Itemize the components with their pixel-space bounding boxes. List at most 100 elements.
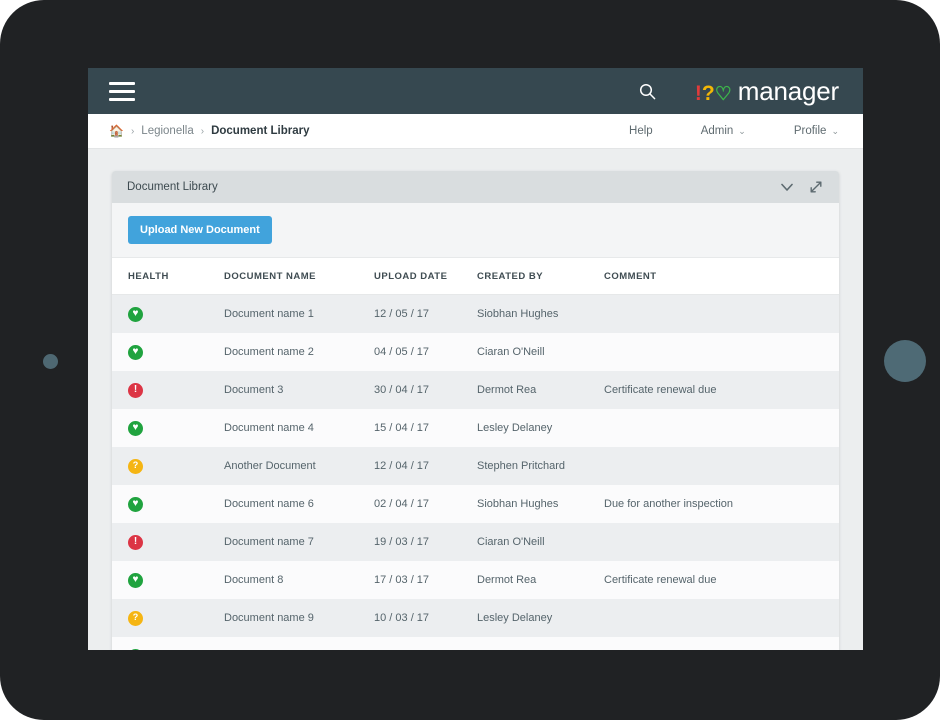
- cell-health: ♥: [112, 294, 224, 333]
- cell-comment: [604, 599, 839, 637]
- panel-title: Document Library: [127, 181, 218, 193]
- cell-created-by: Ciaran O'Neill: [477, 333, 604, 371]
- table-header: HEALTH DOCUMENT NAME UPLOAD DATE CREATED…: [112, 258, 839, 295]
- breadcrumb-separator: ›: [200, 125, 205, 137]
- cell-comment: Due for another inspection: [604, 485, 839, 523]
- health-glyph: ♥: [132, 346, 139, 357]
- cell-document-name: Another Document: [224, 637, 374, 650]
- cell-document-name: Document name 4: [224, 409, 374, 447]
- column-header-document-name[interactable]: DOCUMENT NAME: [224, 258, 374, 295]
- exclamation-icon: !: [694, 81, 702, 105]
- profile-label: Profile: [793, 125, 827, 137]
- health-status-ok-icon: ♥: [128, 496, 143, 512]
- table-row[interactable]: ! Document name 7 19 / 03 / 17 Ciaran O'Nei…: [112, 523, 839, 561]
- column-header-health[interactable]: HEALTH: [112, 258, 224, 295]
- column-header-created-by[interactable]: CREATED BY: [477, 258, 604, 295]
- home-button[interactable]: [884, 340, 926, 382]
- health-glyph: ♥: [132, 422, 139, 433]
- documents-table: HEALTH DOCUMENT NAME UPLOAD DATE CREATED…: [112, 258, 839, 650]
- cell-created-by: Dermot Rea: [477, 561, 604, 599]
- cell-health: !: [112, 371, 224, 409]
- cell-created-by: Siobhan Hughes: [477, 294, 604, 333]
- cell-upload-date: 12 / 05 / 17: [374, 294, 477, 333]
- table-row[interactable]: ! Document 3 30 / 04 / 17 Dermot Rea Certifi…: [112, 371, 839, 409]
- panel-header-tools: [781, 181, 822, 193]
- table-row[interactable]: ? Document name 9 10 / 03 / 17 Lesley Delan…: [112, 599, 839, 637]
- document-library-panel: Document Library Upload New Document HEA…: [112, 171, 839, 650]
- heart-icon: ♡: [714, 83, 732, 105]
- panel-header: Document Library: [112, 171, 839, 203]
- table-row[interactable]: ♥ Document 8 17 / 03 / 17 Dermot Rea Certifi…: [112, 561, 839, 599]
- cell-comment: Certificate renewal due: [604, 371, 839, 409]
- upload-new-document-button[interactable]: Upload New Document: [128, 216, 272, 244]
- profile-menu[interactable]: Profile ⌄: [794, 125, 839, 137]
- cell-health: ?: [112, 599, 224, 637]
- health-status-ok-icon: ♥: [128, 420, 143, 436]
- hamburger-bar: [109, 89, 135, 93]
- brand-logo[interactable]: !?♡ manager: [695, 76, 839, 107]
- help-label: Help: [629, 125, 653, 137]
- health-glyph: ?: [132, 460, 139, 470]
- cell-upload-date: 30 / 04 / 17: [374, 371, 477, 409]
- cell-created-by: Lesley Delaney: [477, 409, 604, 447]
- cell-comment: [604, 333, 839, 371]
- chevron-down-icon[interactable]: [781, 183, 793, 192]
- cell-health: ?: [112, 447, 224, 485]
- breadcrumb-separator: ›: [130, 125, 135, 137]
- table-row[interactable]: ♥ Document name 1 12 / 05 / 17 Siobhan Hugh…: [112, 294, 839, 333]
- column-header-comment[interactable]: COMMENT: [604, 258, 839, 295]
- cell-health: ♥: [112, 333, 224, 371]
- health-glyph: ♥: [132, 308, 139, 319]
- breadcrumb-item-legionella[interactable]: Legionella: [141, 125, 193, 137]
- chevron-down-icon: ⌄: [831, 125, 839, 136]
- hamburger-bar: [109, 97, 135, 101]
- cell-created-by: Stephen Pritchard: [477, 637, 604, 650]
- cell-comment: [604, 637, 839, 650]
- screen: !?♡ manager 🏠 › Legionella › Document Li…: [88, 68, 863, 650]
- cell-upload-date: 17 / 03 / 17: [374, 561, 477, 599]
- table-body: ♥ Document name 1 12 / 05 / 17 Siobhan Hugh…: [112, 294, 839, 650]
- table-row[interactable]: ♥ Another Document01 / 02 / 17Stephen Pri…: [112, 637, 839, 650]
- cell-health: ♥: [112, 485, 224, 523]
- brand-marks: !?♡: [695, 83, 732, 104]
- admin-menu[interactable]: Admin ⌄: [701, 125, 746, 137]
- column-header-upload-date[interactable]: UPLOAD DATE: [374, 258, 477, 295]
- camera-dot: [43, 354, 58, 369]
- health-glyph: ?: [132, 612, 139, 622]
- home-icon[interactable]: 🏠: [109, 125, 124, 137]
- cell-created-by: Siobhan Hughes: [477, 485, 604, 523]
- help-link[interactable]: Help: [629, 125, 653, 137]
- cell-comment: [604, 409, 839, 447]
- cell-document-name: Document 3: [224, 371, 374, 409]
- table-header-row: HEALTH DOCUMENT NAME UPLOAD DATE CREATED…: [112, 258, 839, 295]
- cell-comment: [604, 447, 839, 485]
- cell-created-by: Stephen Pritchard: [477, 447, 604, 485]
- cell-document-name: Document name 1: [224, 294, 374, 333]
- top-navbar: !?♡ manager: [88, 68, 863, 114]
- hamburger-menu-icon[interactable]: [109, 81, 135, 101]
- hamburger-bar: [109, 81, 135, 85]
- cell-document-name: Document 8: [224, 561, 374, 599]
- health-status-warn-icon: ?: [128, 458, 143, 474]
- table-row[interactable]: ♥ Document name 4 15 / 04 / 17 Lesley Delan…: [112, 409, 839, 447]
- subnav-bar: 🏠 › Legionella › Document Library Help A…: [88, 114, 863, 149]
- table-row[interactable]: ? Another Document 12 / 04 / 17 Stephen Pri…: [112, 447, 839, 485]
- health-status-ok-icon: ♥: [128, 572, 143, 588]
- cell-comment: [604, 294, 839, 333]
- cell-created-by: Ciaran O'Neill: [477, 523, 604, 561]
- main-content: Document Library Upload New Document HEA…: [88, 149, 863, 650]
- health-status-warn-icon: ?: [128, 610, 143, 626]
- cell-document-name: Document name 9: [224, 599, 374, 637]
- health-status-ok-icon: ♥: [128, 344, 143, 360]
- health-status-ok-icon: ♥: [128, 306, 143, 322]
- table-row[interactable]: ♥ Document name 2 04 / 05 / 17 Ciaran O'Nei…: [112, 333, 839, 371]
- cell-upload-date: 12 / 04 / 17: [374, 447, 477, 485]
- health-status-alert-icon: !: [128, 534, 143, 550]
- cell-created-by: Dermot Rea: [477, 371, 604, 409]
- search-icon[interactable]: [639, 83, 656, 100]
- health-glyph: !: [133, 535, 138, 547]
- panel-toolbar: Upload New Document: [112, 203, 839, 258]
- expand-icon[interactable]: [810, 181, 822, 193]
- table-row[interactable]: ♥ Document name 6 02 / 04 / 17 Siobhan Hugh…: [112, 485, 839, 523]
- admin-label: Admin: [700, 125, 734, 137]
